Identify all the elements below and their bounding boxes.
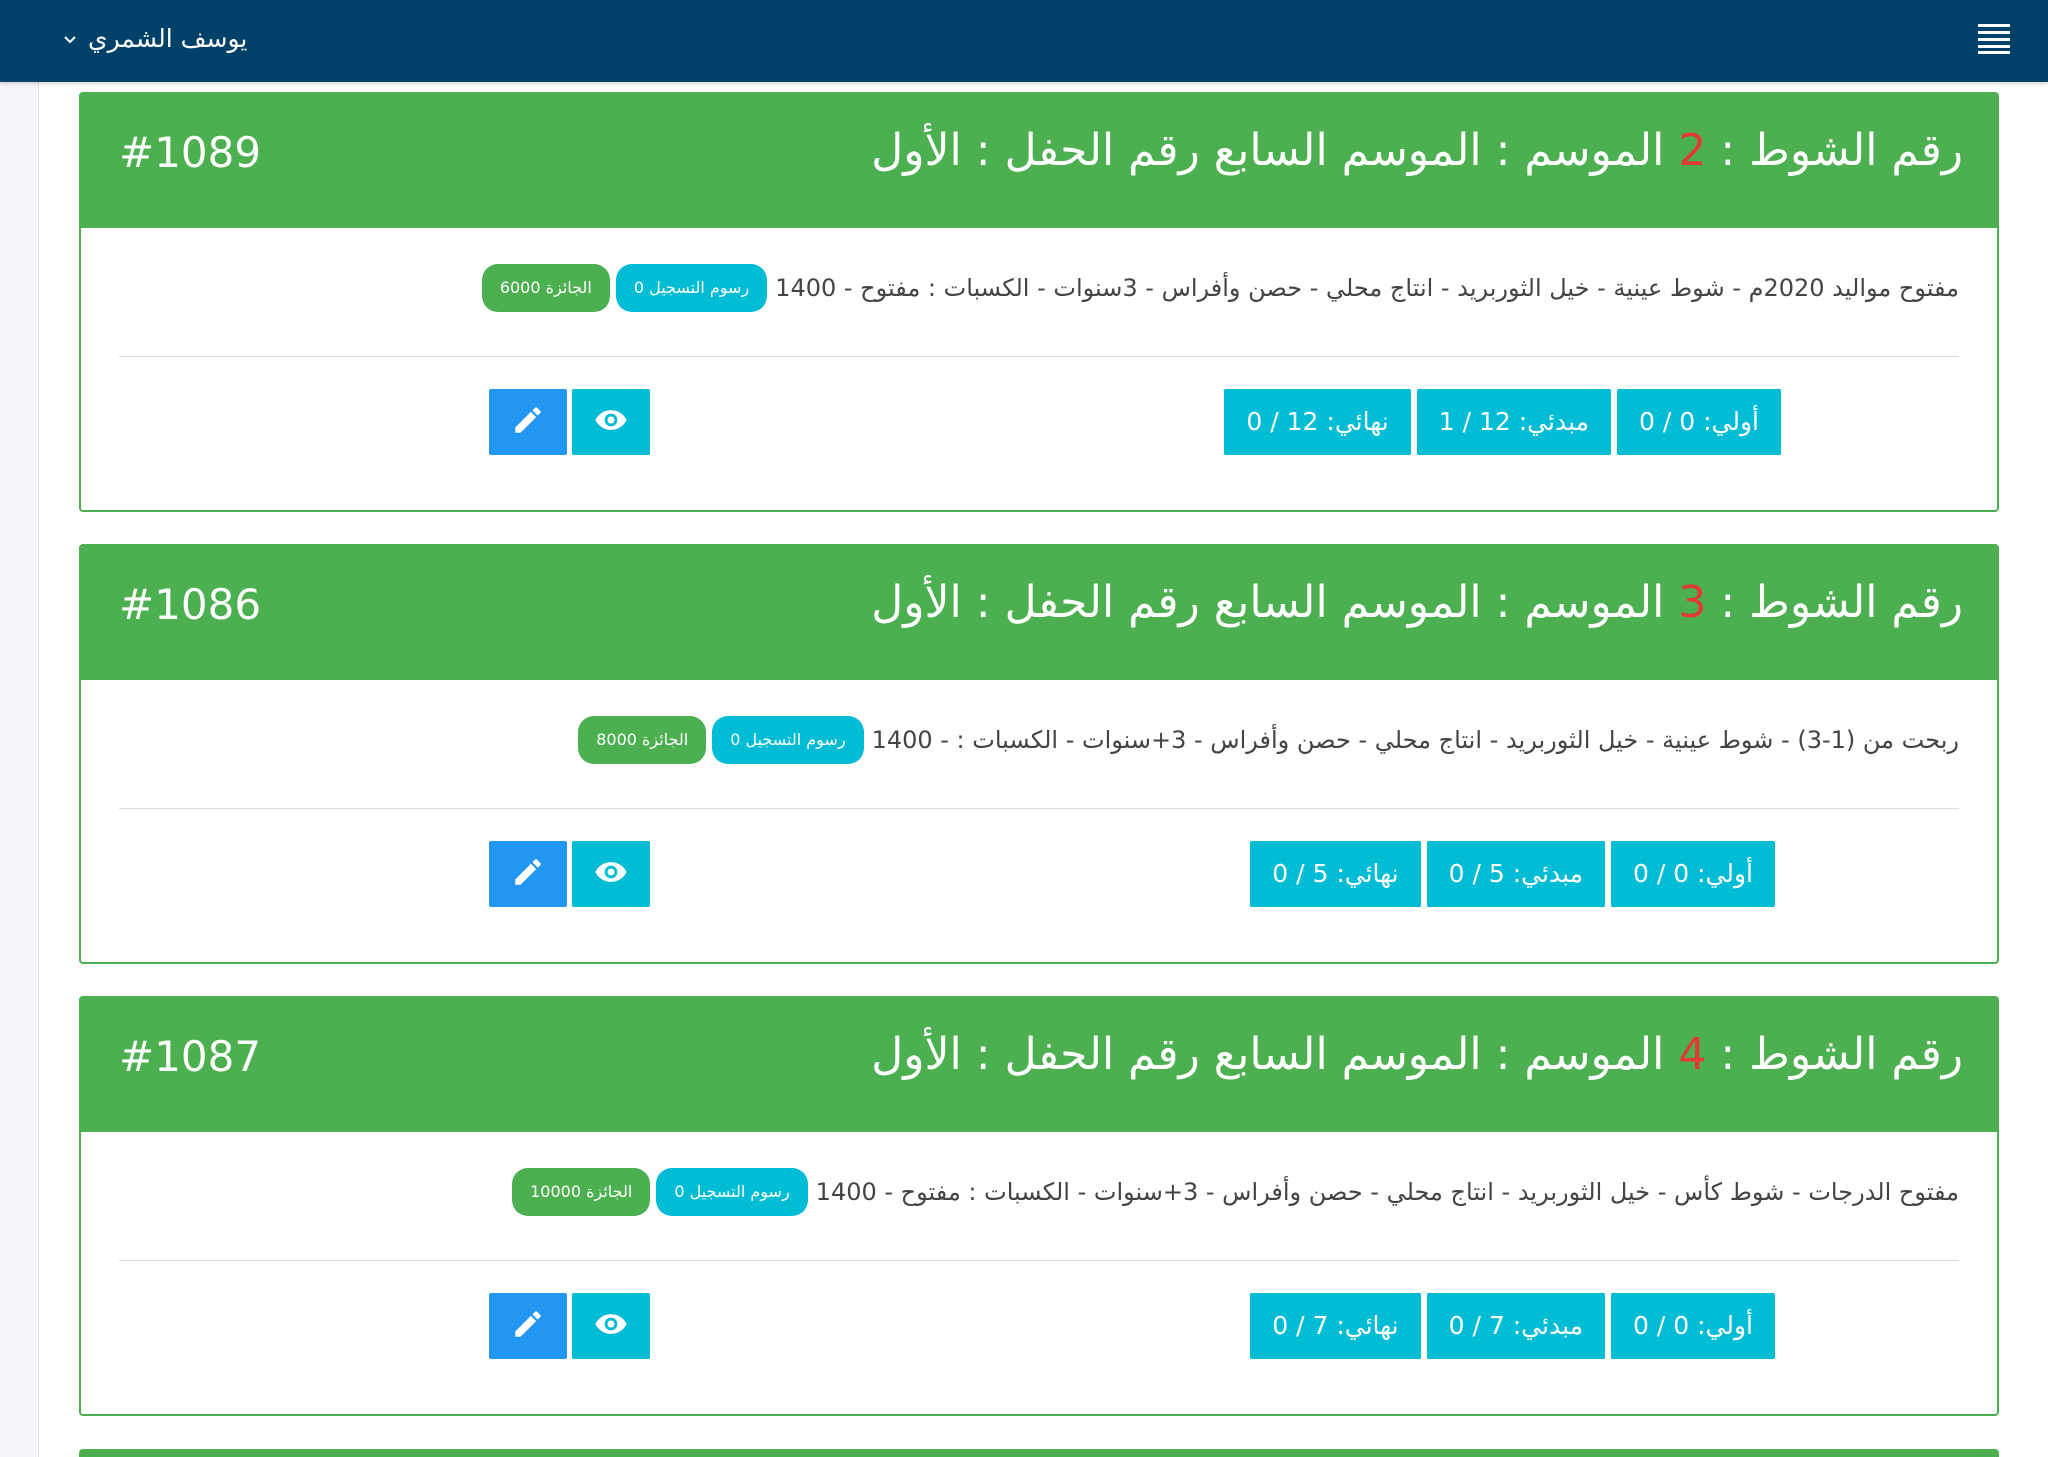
pencil-icon	[511, 403, 545, 441]
stat-final: نهائي: 7 / 0	[1250, 1293, 1421, 1359]
card-title: رقم الشوط : 3 الموسم : الموسم السابع رقم…	[871, 577, 1963, 628]
eye-icon	[594, 1307, 628, 1345]
race-card: رقم الشوط : 2 الموسم : الموسم السابع رقم…	[79, 92, 1999, 512]
user-menu[interactable]: يوسف الشمري	[62, 18, 247, 58]
race-description-row: مفتوح مواليد 2020م - شوط عينية - خيل الث…	[476, 262, 1959, 314]
stat-final: نهائي: 5 / 0	[1250, 841, 1421, 907]
pencil-icon	[511, 855, 545, 893]
race-number: 3	[1678, 577, 1707, 628]
stat-initial: مبدئي: 5 / 0	[1426, 841, 1606, 907]
race-description: مفتوح مواليد 2020م - شوط عينية - خيل الث…	[775, 274, 1959, 302]
registration-fee-badge: رسوم التسجيل 0	[656, 1168, 808, 1216]
divider	[119, 356, 1959, 357]
race-card: رقم الشوط : 4 الموسم : الموسم السابع رقم…	[79, 996, 1999, 1416]
card-header: رقم الشوط : 3 الموسم : الموسم السابع رقم…	[81, 546, 1997, 680]
card-title: رقم الشوط : 2 الموسم : الموسم السابع رقم…	[871, 125, 1963, 176]
divider	[119, 808, 1959, 809]
stat-initial: مبدئي: 7 / 0	[1426, 1293, 1606, 1359]
race-number: 4	[1678, 1029, 1707, 1080]
stat-preliminary: أولي: 0 / 0	[1611, 1293, 1775, 1359]
registration-fee-badge: رسوم التسجيل 0	[712, 716, 864, 764]
eye-icon	[594, 403, 628, 441]
edit-button[interactable]	[489, 389, 567, 455]
card-actions	[489, 389, 650, 455]
race-id: #1086	[119, 580, 262, 629]
pencil-icon	[511, 1307, 545, 1345]
edit-button[interactable]	[489, 1293, 567, 1359]
next-race-card-edge	[79, 1449, 1999, 1457]
card-header: رقم الشوط : 4 الموسم : الموسم السابع رقم…	[81, 998, 1997, 1132]
card-actions	[489, 1293, 650, 1359]
race-card: رقم الشوط : 3 الموسم : الموسم السابع رقم…	[79, 544, 1999, 964]
edit-button[interactable]	[489, 841, 567, 907]
registration-stats: أولي: 0 / 0 مبدئي: 7 / 0 نهائي: 7 / 0	[1244, 1293, 1775, 1359]
race-id: #1087	[119, 1032, 262, 1081]
registration-stats: أولي: 0 / 0 مبدئي: 12 / 1 نهائي: 12 / 0	[1218, 389, 1781, 455]
top-navbar: يوسف الشمري	[0, 0, 2048, 82]
hamburger-menu-icon[interactable]	[1978, 22, 2010, 54]
card-actions	[489, 841, 650, 907]
prize-badge: الجائزة 6000	[481, 264, 610, 312]
registration-stats: أولي: 0 / 0 مبدئي: 5 / 0 نهائي: 5 / 0	[1244, 841, 1775, 907]
stat-preliminary: أولي: 0 / 0	[1617, 389, 1781, 455]
view-button[interactable]	[572, 841, 650, 907]
stat-final: نهائي: 12 / 0	[1224, 389, 1411, 455]
race-description-row: ربحت من (1-3) - شوط عينية - خيل الثوربري…	[572, 714, 1959, 766]
stat-initial: مبدئي: 12 / 1	[1416, 389, 1612, 455]
eye-icon	[594, 855, 628, 893]
card-title: رقم الشوط : 4 الموسم : الموسم السابع رقم…	[871, 1029, 1963, 1080]
stat-preliminary: أولي: 0 / 0	[1611, 841, 1775, 907]
registration-fee-badge: رسوم التسجيل 0	[615, 264, 768, 312]
prize-badge: الجائزة 10000	[512, 1168, 651, 1216]
divider	[119, 1260, 1959, 1261]
race-description-row: مفتوح الدرجات - شوط كأس - خيل الثوربريد …	[506, 1166, 1959, 1218]
race-number: 2	[1678, 125, 1707, 176]
prize-badge: الجائزة 8000	[578, 716, 707, 764]
race-description: مفتوح الدرجات - شوط كأس - خيل الثوربريد …	[815, 1178, 1959, 1206]
chevron-down-icon	[62, 24, 78, 53]
user-name: يوسف الشمري	[88, 23, 248, 53]
view-button[interactable]	[572, 1293, 650, 1359]
view-button[interactable]	[572, 389, 650, 455]
race-description: ربحت من (1-3) - شوط عينية - خيل الثوربري…	[871, 726, 1959, 754]
card-header: رقم الشوط : 2 الموسم : الموسم السابع رقم…	[81, 94, 1997, 228]
race-id: #1089	[119, 128, 262, 177]
